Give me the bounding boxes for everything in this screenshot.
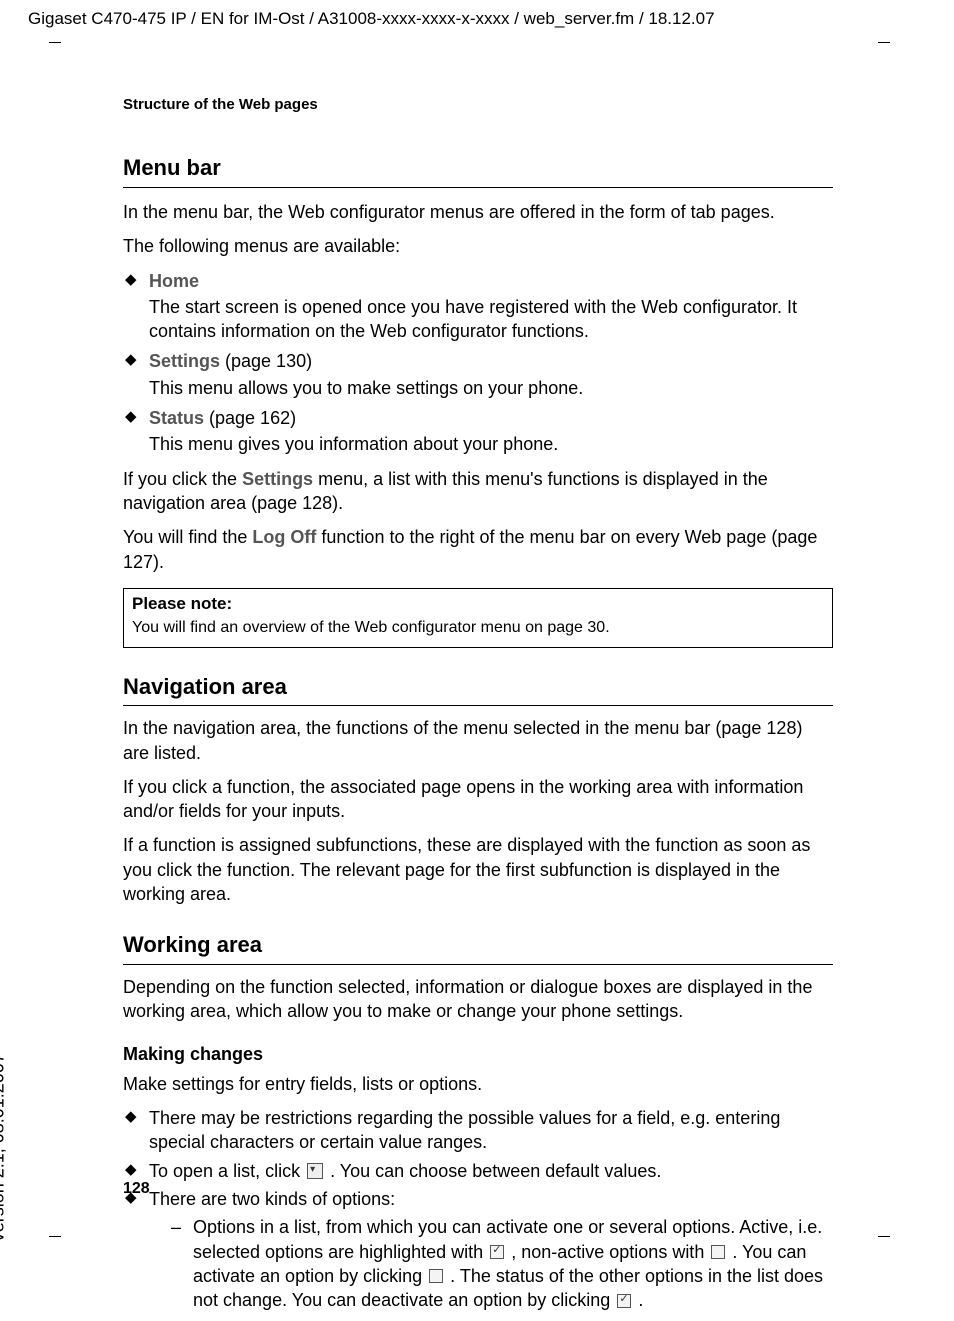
making-changes-list: There may be restrictions regarding the … bbox=[123, 1106, 833, 1312]
menu-bar-click-settings: If you click the Settings menu, a list w… bbox=[123, 467, 833, 516]
text: If you click the bbox=[123, 469, 242, 489]
options-sublist: Options in a list, from which you can ac… bbox=[171, 1215, 833, 1312]
heading-making-changes: Making changes bbox=[123, 1042, 833, 1066]
text: Options in a list, from which you can ac… bbox=[193, 1217, 822, 1261]
version-footer: Version 2.1, 08.01.2007 bbox=[0, 1053, 10, 1243]
text: . bbox=[638, 1290, 643, 1310]
dropdown-icon bbox=[307, 1163, 323, 1179]
menu-name-home: Home bbox=[149, 271, 199, 291]
nav-p1: In the navigation area, the functions of… bbox=[123, 716, 833, 765]
list-item: There may be restrictions regarding the … bbox=[123, 1106, 833, 1155]
chapter-title: Structure of the Web pages bbox=[123, 95, 833, 115]
note-text: You will find an overview of the Web con… bbox=[132, 618, 824, 639]
menu-name-status: Status bbox=[149, 408, 204, 428]
logoff-label: Log Off bbox=[252, 527, 316, 547]
heading-working-area: Working area bbox=[123, 930, 833, 965]
making-changes-intro: Make settings for entry fields, lists or… bbox=[123, 1072, 833, 1096]
settings-label: Settings bbox=[242, 469, 313, 489]
text: . You can choose between default values. bbox=[330, 1161, 661, 1181]
document-path-header: Gigaset C470-475 IP / EN for IM-Ost / A3… bbox=[28, 8, 715, 31]
text: To open a list, click bbox=[149, 1161, 305, 1181]
page-number: 128 bbox=[123, 1178, 150, 1200]
menu-ref-status: (page 162) bbox=[204, 408, 296, 428]
menu-desc-status: This menu gives you information about yo… bbox=[149, 432, 833, 456]
menu-desc-settings: This menu allows you to make settings on… bbox=[149, 376, 833, 400]
text: You will find the bbox=[123, 527, 252, 547]
text: , non-active options with bbox=[511, 1242, 709, 1262]
nav-p3: If a function is assigned subfunctions, … bbox=[123, 833, 833, 906]
crop-mark bbox=[49, 42, 61, 43]
list-item: Options in a list, from which you can ac… bbox=[171, 1215, 833, 1312]
menu-item-home: Home The start screen is opened once you… bbox=[123, 269, 833, 344]
menu-bar-available: The following menus are available: bbox=[123, 234, 833, 258]
text: There are two kinds of options: bbox=[149, 1189, 395, 1209]
checkbox-empty-icon bbox=[711, 1245, 725, 1259]
heading-menu-bar: Menu bar bbox=[123, 153, 833, 188]
menu-list: Home The start screen is opened once you… bbox=[123, 269, 833, 457]
checkbox-checked-icon bbox=[490, 1245, 504, 1259]
menu-bar-intro: In the menu bar, the Web configurator me… bbox=[123, 200, 833, 224]
heading-navigation-area: Navigation area bbox=[123, 672, 833, 707]
menu-item-status: Status (page 162) This menu gives you in… bbox=[123, 406, 833, 457]
list-item: There are two kinds of options: Options … bbox=[123, 1187, 833, 1312]
crop-mark bbox=[49, 1236, 61, 1237]
crop-mark bbox=[878, 1236, 890, 1237]
menu-name-settings: Settings bbox=[149, 351, 220, 371]
menu-bar-logoff: You will find the Log Off function to th… bbox=[123, 525, 833, 574]
page-content: Structure of the Web pages Menu bar In t… bbox=[123, 95, 833, 1321]
crop-mark bbox=[878, 42, 890, 43]
menu-desc-home: The start screen is opened once you have… bbox=[149, 295, 833, 344]
note-box: Please note: You will find an overview o… bbox=[123, 588, 833, 648]
checkbox-empty-icon bbox=[429, 1269, 443, 1283]
working-p1: Depending on the function selected, info… bbox=[123, 975, 833, 1024]
note-title: Please note: bbox=[132, 593, 824, 616]
checkbox-checked-icon bbox=[617, 1294, 631, 1308]
menu-item-settings: Settings (page 130) This menu allows you… bbox=[123, 349, 833, 400]
list-item: To open a list, click . You can choose b… bbox=[123, 1159, 833, 1183]
nav-p2: If you click a function, the associated … bbox=[123, 775, 833, 824]
menu-ref-settings: (page 130) bbox=[220, 351, 312, 371]
